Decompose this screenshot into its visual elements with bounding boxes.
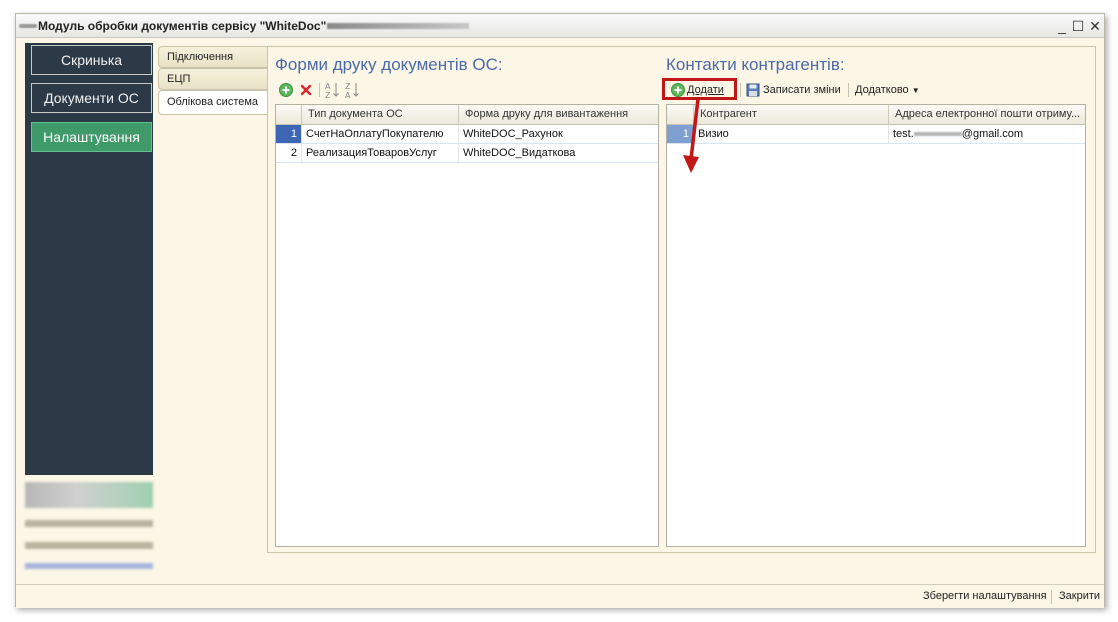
svg-text:A: A — [345, 91, 351, 99]
table-header: Контрагент Адреса електронної пошти отри… — [667, 105, 1085, 125]
column-header-contractor[interactable]: Контрагент — [694, 105, 889, 125]
accounting-system-panel: Форми друку документів ОС: A Z Z A Тип д… — [267, 46, 1096, 553]
sort-ascending-icon[interactable]: A Z — [324, 81, 340, 99]
table-row[interactable]: 1 Визио test. @gmail.com — [667, 125, 1085, 144]
close-button[interactable]: Закрити — [1059, 590, 1100, 602]
row-number-header — [276, 105, 302, 125]
more-menu-button[interactable]: Додатково ▼ — [855, 84, 920, 96]
email-domain: @gmail.com — [961, 128, 1024, 140]
tab-digital-signature[interactable]: ЕЦП — [158, 68, 268, 90]
blurred-title-suffix — [327, 23, 469, 29]
contacts-table[interactable]: Контрагент Адреса електронної пошти отри… — [666, 104, 1086, 547]
blurred-link — [25, 563, 153, 569]
email-cell[interactable]: test. @gmail.com — [889, 125, 1085, 143]
print-form-cell[interactable]: WhiteDOC_Рахунок — [459, 125, 658, 143]
svg-text:A: A — [325, 82, 331, 91]
close-window-button[interactable]: ✕ — [1087, 18, 1103, 35]
tab-accounting-system[interactable]: Облікова система — [158, 90, 270, 115]
annotation-arrow-icon — [683, 98, 700, 173]
minimize-button[interactable]: _ — [1054, 18, 1070, 34]
add-contact-button[interactable]: Додати — [687, 84, 724, 96]
toolbar-separator — [848, 83, 849, 97]
table-header: Тип документа ОС Форма друку для виванта… — [276, 105, 658, 125]
sort-descending-icon[interactable]: Z A — [344, 81, 360, 99]
column-header-doc-type[interactable]: Тип документа ОС — [302, 105, 459, 125]
email-redacted — [913, 132, 962, 137]
more-menu-label: Додатково — [855, 84, 909, 96]
save-changes-button[interactable]: Записати зміни — [763, 84, 841, 96]
save-settings-button[interactable]: Зберегти налаштування — [923, 590, 1047, 602]
sidebar-item-settings[interactable]: Налаштування — [31, 122, 152, 152]
column-header-print-form[interactable]: Форма друку для вивантаження — [459, 105, 658, 125]
title-bar: Модуль обробки документів сервісу "White… — [16, 14, 1104, 38]
svg-text:Z: Z — [345, 82, 351, 91]
toolbar-separator — [740, 83, 741, 97]
maximize-button[interactable]: ☐ — [1070, 18, 1086, 35]
table-row[interactable]: 2 РеализацияТоваровУслуг WhiteDOC_Видатк… — [276, 144, 658, 163]
sidebar-item-documents[interactable]: Документи ОС — [31, 83, 152, 113]
sidebar-item-inbox[interactable]: Скринька — [31, 45, 152, 75]
add-icon[interactable] — [279, 83, 293, 97]
print-forms-title: Форми друку документів ОС: — [275, 55, 503, 74]
column-header-email[interactable]: Адреса електронної пошти отриму... — [889, 105, 1085, 125]
window-icon — [19, 24, 37, 28]
dropdown-arrow-icon: ▼ — [911, 86, 920, 95]
window-title: Модуль обробки документів сервісу "White… — [38, 19, 327, 33]
toolbar-separator — [319, 83, 320, 97]
add-icon[interactable] — [671, 83, 685, 97]
doc-type-cell[interactable]: СчетНаОплатуПокупателю — [302, 125, 459, 143]
blurred-logo — [25, 482, 153, 508]
blurred-text-line — [25, 520, 153, 527]
blurred-text-line — [25, 542, 153, 549]
tab-connection[interactable]: Підключення — [158, 46, 268, 68]
save-icon[interactable] — [746, 83, 760, 97]
status-bar: Зберегти налаштування Закрити — [16, 584, 1104, 608]
doc-type-cell[interactable]: РеализацияТоваровУслуг — [302, 144, 459, 162]
table-row[interactable]: 1 СчетНаОплатуПокупателю WhiteDOC_Рахуно… — [276, 125, 658, 144]
contacts-title: Контакти контрагентів: — [666, 55, 845, 74]
svg-text:Z: Z — [325, 91, 331, 99]
contractor-cell[interactable]: Визио — [694, 125, 889, 143]
footer-separator — [1051, 590, 1052, 604]
delete-icon[interactable] — [299, 83, 313, 97]
print-form-cell[interactable]: WhiteDOC_Видаткова — [459, 144, 658, 162]
print-forms-table[interactable]: Тип документа ОС Форма друку для виванта… — [275, 104, 659, 547]
sidebar: Скринька Документи ОС Налаштування — [25, 43, 153, 475]
row-number: 2 — [276, 144, 302, 162]
app-window: Модуль обробки документів сервісу "White… — [15, 13, 1105, 608]
row-number: 1 — [276, 125, 302, 143]
email-prefix: test. — [893, 128, 914, 140]
